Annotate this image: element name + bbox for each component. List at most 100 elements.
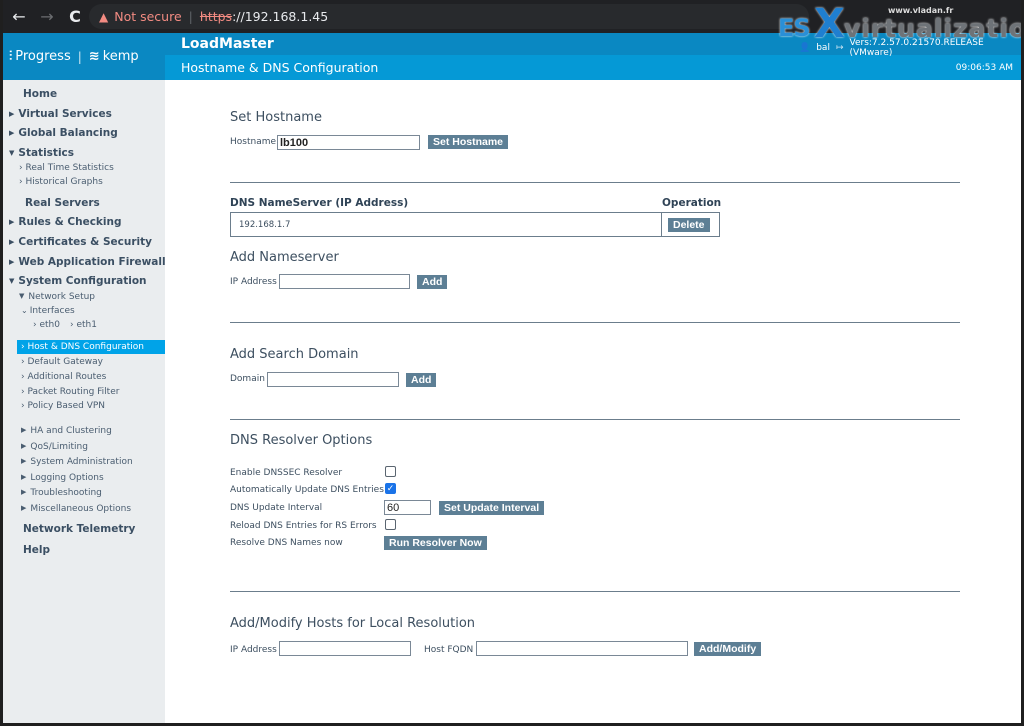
sidebar-item-ha-clustering[interactable]: ▶ HA and Clustering: [21, 426, 112, 436]
sidebar-item-eth0[interactable]: › eth0: [33, 320, 60, 330]
sidebar-item-label: Historical Graphs: [25, 177, 103, 187]
sidebar-item-additional-routes[interactable]: › Additional Routes: [21, 372, 106, 382]
sidebar: Home ▶ Virtual Services ▶ Global Balancing…: [3, 80, 166, 723]
reload-rs-errors-checkbox[interactable]: [385, 519, 396, 530]
nameserver-ip-label: IP Address: [230, 277, 277, 287]
expand-icon: ▶: [21, 442, 27, 450]
sidebar-item-label: QoS/Limiting: [30, 442, 88, 452]
set-update-interval-button[interactable]: Set Update Interval: [439, 501, 545, 515]
sidebar-item-historical-graphs[interactable]: › Historical Graphs: [19, 177, 103, 187]
sidebar-item-real-time-statistics[interactable]: › Real Time Statistics: [19, 163, 114, 173]
set-hostname-button[interactable]: Set Hostname: [428, 135, 509, 149]
delete-nameserver-button[interactable]: Delete: [668, 218, 710, 232]
host-fqdn-input[interactable]: [476, 641, 688, 656]
sidebar-item-real-servers[interactable]: Real Servers: [25, 197, 100, 209]
sidebar-item-statistics[interactable]: ▼ Statistics: [9, 147, 74, 159]
reload-icon[interactable]: C: [63, 7, 87, 26]
sidebar-item-troubleshooting[interactable]: ▶ Troubleshooting: [21, 488, 102, 498]
collapse-icon: ▼: [9, 149, 15, 157]
expand-icon: ▶: [21, 457, 27, 465]
expand-icon: ▶: [21, 473, 27, 481]
domain-label: Domain: [230, 374, 265, 384]
hostname-input[interactable]: [277, 135, 420, 150]
back-icon[interactable]: ←: [7, 7, 31, 26]
sidebar-item-global-balancing[interactable]: ▶ Global Balancing: [9, 127, 118, 139]
sidebar-item-network-telemetry[interactable]: Network Telemetry: [23, 523, 135, 535]
expand-icon: ▶: [9, 218, 15, 226]
sidebar-item-qos-limiting[interactable]: ▶ QoS/Limiting: [21, 442, 88, 452]
column-divider: [661, 213, 662, 236]
sidebar-item-label: System Administration: [30, 457, 133, 467]
sidebar-item-home[interactable]: Home: [23, 88, 57, 100]
set-hostname-heading: Set Hostname: [230, 110, 322, 125]
sidebar-item-label: Packet Routing Filter: [27, 387, 120, 397]
sidebar-item-virtual-services[interactable]: ▶ Virtual Services: [9, 108, 112, 120]
sidebar-item-policy-based-vpn[interactable]: › Policy Based VPN: [21, 401, 105, 411]
local-ip-input[interactable]: [279, 641, 411, 656]
sidebar-item-label: Real Time Statistics: [25, 163, 114, 173]
page-title: Hostname & DNS Configuration: [181, 60, 379, 75]
sidebar-item-label: System Configuration: [18, 275, 147, 287]
sidebar-item-certificates-security[interactable]: ▶ Certificates & Security: [9, 236, 152, 248]
auto-update-label: Automatically Update DNS Entries: [230, 485, 384, 495]
watermark-es: ES: [778, 14, 811, 42]
sidebar-item-packet-routing-filter[interactable]: › Packet Routing Filter: [21, 387, 119, 397]
collapse-icon: ▼: [9, 277, 15, 285]
reload-rs-errors-label: Reload DNS Entries for RS Errors: [230, 521, 377, 531]
update-interval-input[interactable]: [384, 500, 431, 515]
expand-icon: ▶: [21, 426, 27, 434]
sidebar-item-label: Rules & Checking: [18, 216, 122, 228]
security-status[interactable]: Not secure: [114, 9, 181, 24]
auto-update-checkbox[interactable]: ✓: [385, 483, 396, 494]
host-fqdn-label: Host FQDN: [424, 645, 474, 655]
kemp-logo-icon: ≋: [88, 49, 100, 64]
forward-icon[interactable]: →: [35, 7, 59, 26]
sidebar-item-label: eth0: [39, 320, 60, 330]
add-modify-host-button[interactable]: Add/Modify: [694, 642, 762, 656]
sidebar-item-logging-options[interactable]: ▶ Logging Options: [21, 473, 104, 483]
add-search-domain-heading: Add Search Domain: [230, 347, 359, 362]
domain-input[interactable]: [267, 372, 399, 387]
sidebar-item-label: Virtual Services: [18, 108, 112, 120]
section-divider: [230, 322, 960, 323]
sidebar-item-interfaces[interactable]: ⌄ Interfaces: [21, 306, 75, 316]
sidebar-item-system-configuration[interactable]: ▼ System Configuration: [9, 275, 147, 287]
sidebar-item-web-application-firewall[interactable]: ▶ Web Application Firewall: [9, 256, 166, 268]
sidebar-item-eth1[interactable]: › eth1: [70, 320, 97, 330]
section-divider: [230, 419, 960, 420]
nameserver-ip: 192.168.1.7: [239, 220, 291, 230]
expand-icon: ▶: [9, 258, 15, 266]
url-scheme: https: [199, 9, 233, 24]
sidebar-item-rules-checking[interactable]: ▶ Rules & Checking: [9, 216, 122, 228]
sidebar-item-label: Troubleshooting: [30, 488, 102, 498]
expand-icon: ▶: [9, 238, 15, 246]
operation-column-header: Operation: [662, 197, 722, 209]
sidebar-item-system-administration[interactable]: ▶ System Administration: [21, 457, 133, 467]
expand-icon: ▶: [9, 129, 15, 137]
logo[interactable]: ⫶ Progress | ≋ kemp: [3, 33, 165, 80]
enable-dnssec-label: Enable DNSSEC Resolver: [230, 468, 343, 478]
add-search-domain-button[interactable]: Add: [406, 373, 437, 387]
sidebar-item-label: Logging Options: [30, 473, 104, 483]
sidebar-item-network-setup[interactable]: ▼ Network Setup: [19, 292, 95, 302]
resolve-now-label: Resolve DNS Names now: [230, 538, 343, 548]
run-resolver-now-button[interactable]: Run Resolver Now: [384, 536, 487, 550]
watermark-url: www.vladan.fr: [888, 6, 954, 15]
local-hosts-heading: Add/Modify Hosts for Local Resolution: [230, 616, 476, 631]
sidebar-item-label: Default Gateway: [27, 357, 103, 367]
nameserver-ip-input[interactable]: [279, 274, 410, 289]
section-divider: [230, 591, 960, 592]
sidebar-item-default-gateway[interactable]: › Default Gateway: [21, 357, 103, 367]
add-nameserver-heading: Add Nameserver: [230, 250, 339, 265]
sidebar-item-miscellaneous-options[interactable]: ▶ Miscellaneous Options: [21, 504, 131, 514]
sidebar-item-help[interactable]: Help: [23, 544, 50, 556]
sidebar-item-label: Interfaces: [29, 306, 75, 316]
main-content: Set Hostname Hostname Set Hostname DNS N…: [165, 80, 1021, 723]
enable-dnssec-checkbox[interactable]: [385, 466, 396, 477]
table-row: 192.168.1.7 Delete: [230, 212, 720, 237]
address-bar[interactable]: ▲ Not secure | https ://192.168.1.45: [89, 4, 809, 29]
add-nameserver-button[interactable]: Add: [417, 275, 448, 289]
sidebar-item-host-dns-configuration[interactable]: › Host & DNS Configuration: [17, 340, 165, 354]
logo-divider: |: [77, 49, 82, 64]
sidebar-item-label: Policy Based VPN: [27, 401, 106, 411]
